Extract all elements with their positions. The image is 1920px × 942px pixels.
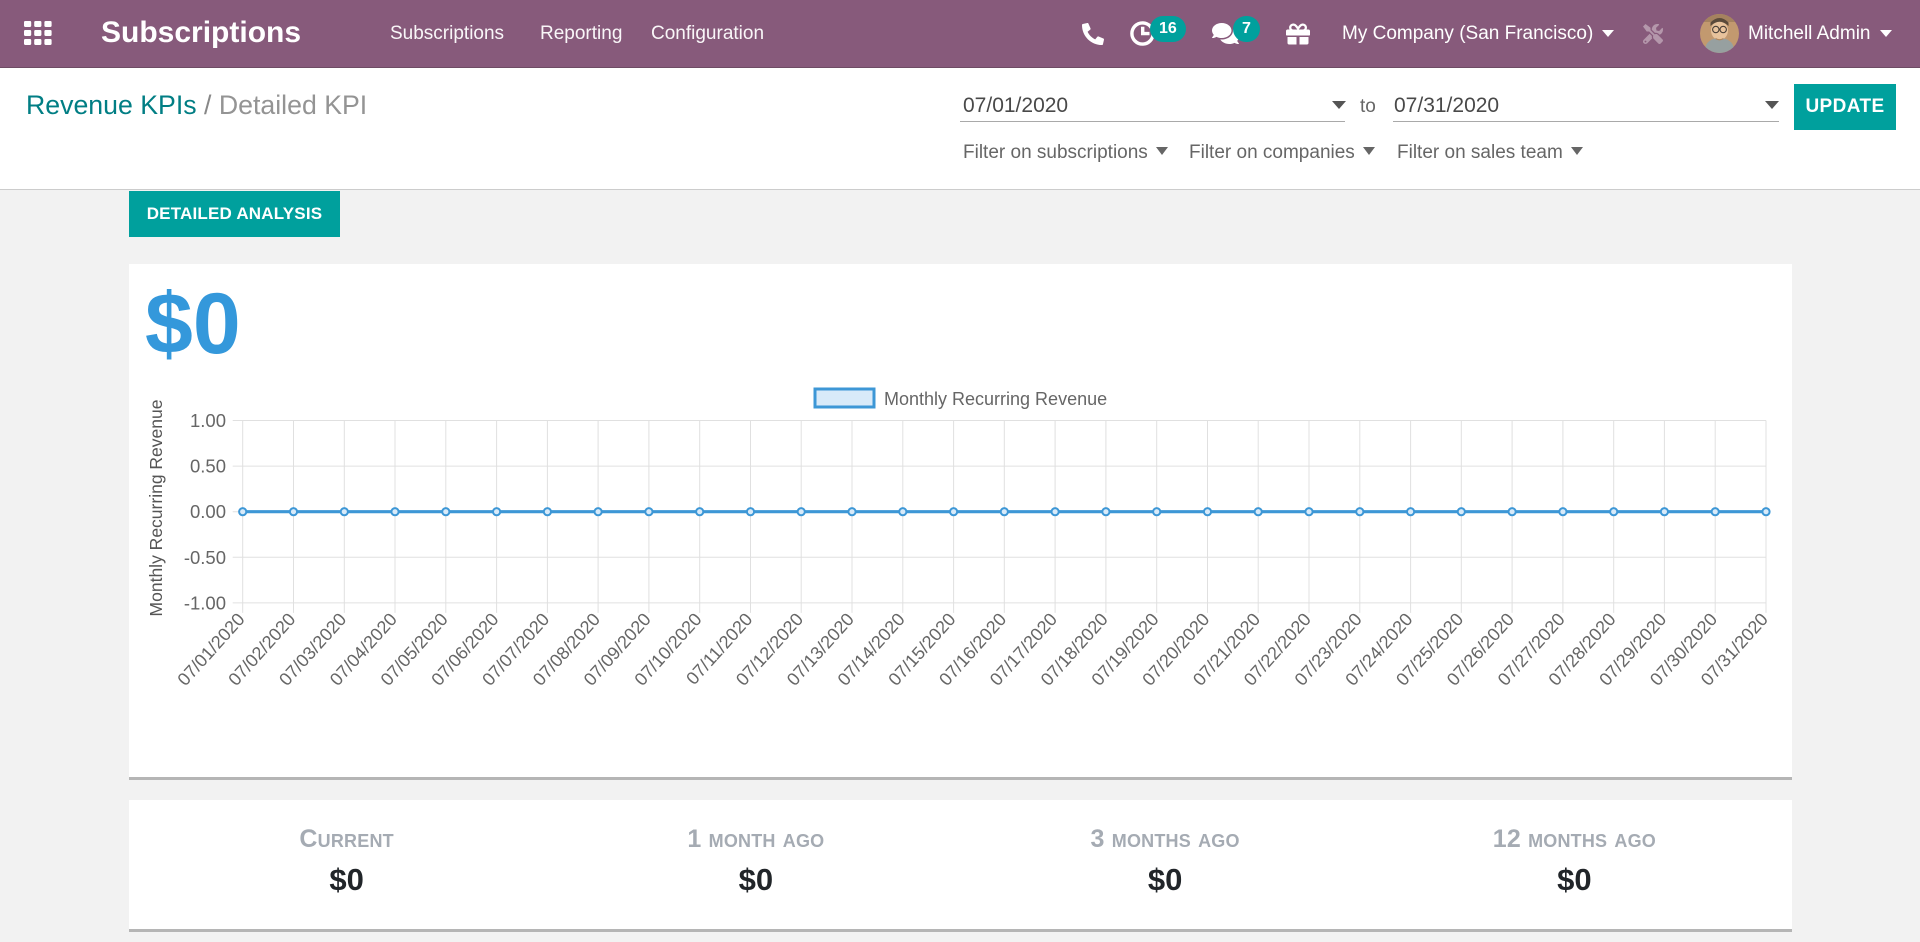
svg-text:0.00: 0.00 [190, 501, 226, 522]
svg-text:-0.50: -0.50 [184, 547, 226, 568]
svg-text:-1.00: -1.00 [184, 592, 226, 613]
svg-text:1.00: 1.00 [190, 410, 226, 431]
svg-text:0.50: 0.50 [190, 456, 226, 477]
svg-text:$0: $0 [145, 276, 241, 372]
svg-text:Monthly Recurring Revenue: Monthly Recurring Revenue [884, 389, 1107, 409]
svg-text:Monthly Recurring Revenue: Monthly Recurring Revenue [146, 400, 166, 617]
